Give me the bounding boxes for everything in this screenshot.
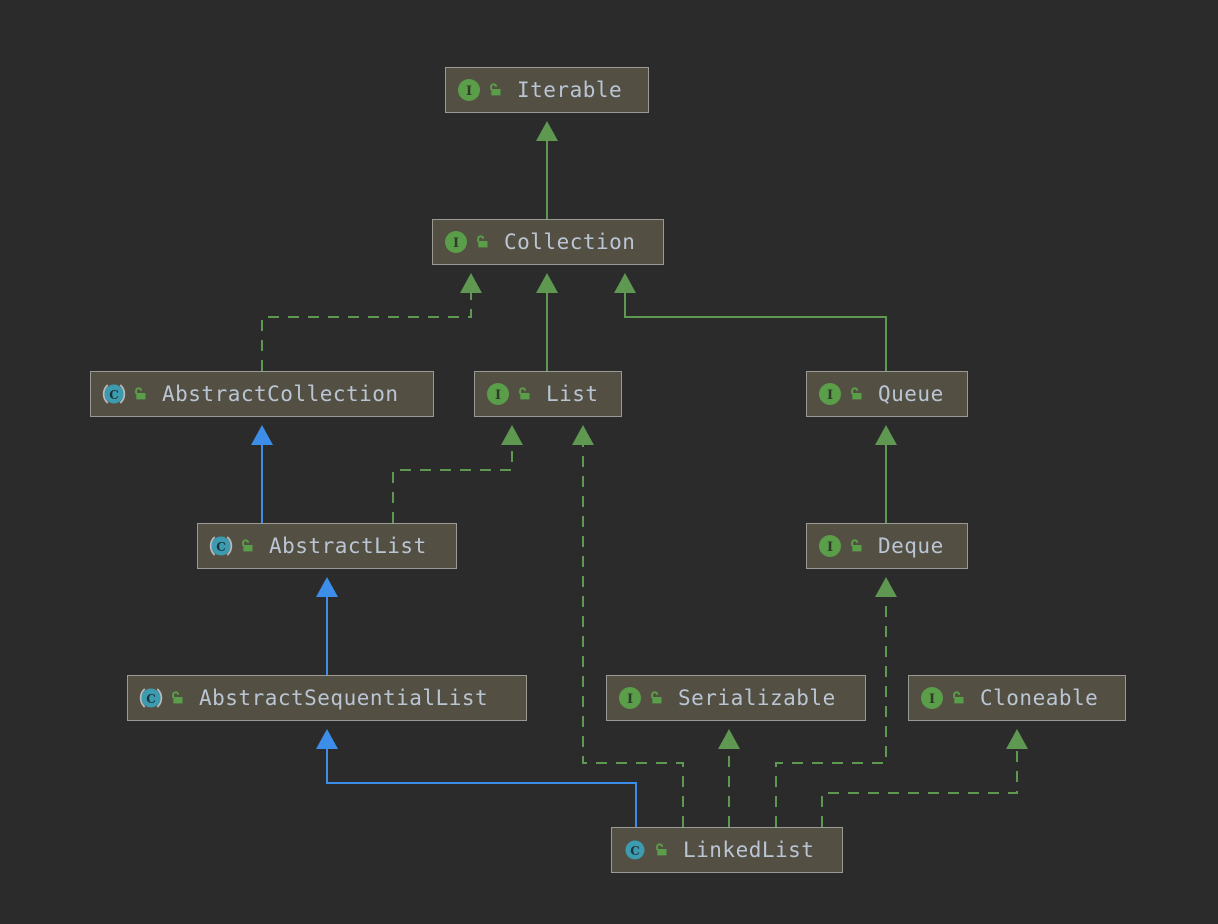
uml-edge-abstractlist-to-abstractcollection — [251, 425, 273, 523]
svg-text:I: I — [495, 388, 501, 403]
uml-node-label: Iterable — [517, 77, 623, 102]
arrowhead — [316, 577, 338, 597]
uml-node-deque[interactable]: I Deque — [806, 523, 968, 569]
abstract-class-icon: C — [138, 685, 164, 711]
unlock-icon — [482, 82, 503, 98]
uml-node-abstractsequentiallist[interactable]: C AbstractSequentialList — [127, 675, 527, 721]
unlock-icon — [843, 538, 864, 554]
uml-edge-linkedlist-to-abstractsequentiallist — [316, 729, 637, 827]
interface-icon: I — [817, 381, 843, 407]
uml-edge-collection-to-iterable — [536, 121, 558, 219]
unlock-icon — [648, 842, 669, 858]
uml-node-abstractcollection[interactable]: C AbstractCollection — [90, 371, 434, 417]
arrowhead — [501, 425, 523, 445]
arrowhead — [1006, 729, 1028, 749]
uml-node-label: Cloneable — [980, 685, 1099, 710]
uml-node-list[interactable]: I List — [474, 371, 622, 417]
unlock-icon — [945, 690, 966, 706]
uml-node-label: LinkedList — [683, 837, 815, 862]
uml-node-label: Serializable — [678, 685, 836, 710]
uml-node-label: AbstractList — [269, 533, 427, 558]
uml-edge-deque-to-queue — [875, 425, 897, 523]
arrowhead — [460, 273, 482, 293]
uml-node-serializable[interactable]: I Serializable — [606, 675, 866, 721]
arrowhead — [614, 273, 636, 293]
svg-text:I: I — [827, 388, 833, 403]
uml-edge-abstractlist-to-list — [392, 425, 523, 523]
uml-node-label: Queue — [878, 381, 944, 406]
uml-edge-abstractcollection-to-collection — [261, 273, 482, 371]
edge-layer — [251, 121, 1028, 827]
unlock-icon — [643, 690, 664, 706]
uml-node-queue[interactable]: I Queue — [806, 371, 968, 417]
uml-edge-linkedlist-to-list — [572, 425, 684, 827]
uml-edge-linkedlist-to-cloneable — [821, 729, 1028, 827]
class-icon: C — [622, 837, 648, 863]
svg-text:I: I — [929, 692, 935, 707]
uml-edge-list-to-collection — [536, 273, 558, 371]
svg-text:C: C — [146, 692, 156, 706]
uml-node-abstractlist[interactable]: C AbstractList — [197, 523, 457, 569]
svg-text:I: I — [466, 84, 472, 99]
uml-node-linkedlist[interactable]: C LinkedList — [611, 827, 843, 873]
uml-node-cloneable[interactable]: I Cloneable — [908, 675, 1126, 721]
uml-node-label: Collection — [504, 229, 636, 254]
uml-node-label: AbstractCollection — [162, 381, 399, 406]
svg-text:I: I — [827, 540, 833, 555]
interface-icon: I — [817, 533, 843, 559]
interface-icon: I — [456, 77, 482, 103]
unlock-icon — [469, 234, 490, 250]
uml-edge-abstractsequentiallist-to-abstractlist — [316, 577, 338, 675]
arrowhead — [875, 425, 897, 445]
interface-icon: I — [617, 685, 643, 711]
arrowhead — [316, 729, 338, 749]
interface-icon: I — [919, 685, 945, 711]
arrowhead — [536, 273, 558, 293]
uml-class-diagram: I Iterable I Collection C AbstractCollection I… — [0, 0, 1218, 924]
uml-node-label: AbstractSequentialList — [199, 685, 489, 710]
unlock-icon — [234, 538, 255, 554]
uml-node-iterable[interactable]: I Iterable — [445, 67, 649, 113]
arrowhead — [875, 577, 897, 597]
abstract-class-icon: C — [101, 381, 127, 407]
arrowhead — [536, 121, 558, 141]
arrowhead — [572, 425, 594, 445]
uml-node-label: Deque — [878, 533, 944, 558]
unlock-icon — [164, 690, 185, 706]
interface-icon: I — [485, 381, 511, 407]
uml-node-label: List — [546, 381, 599, 406]
unlock-icon — [511, 386, 532, 402]
abstract-class-icon: C — [208, 533, 234, 559]
svg-text:I: I — [627, 692, 633, 707]
uml-edge-linkedlist-to-serializable — [718, 729, 740, 827]
svg-text:C: C — [630, 844, 640, 858]
svg-text:I: I — [453, 236, 459, 251]
arrowhead — [251, 425, 273, 445]
svg-text:C: C — [109, 388, 119, 402]
uml-edge-queue-to-collection — [614, 273, 887, 371]
unlock-icon — [127, 386, 148, 402]
uml-node-collection[interactable]: I Collection — [432, 219, 664, 265]
interface-icon: I — [443, 229, 469, 255]
arrowhead — [718, 729, 740, 749]
svg-text:C: C — [216, 540, 226, 554]
unlock-icon — [843, 386, 864, 402]
